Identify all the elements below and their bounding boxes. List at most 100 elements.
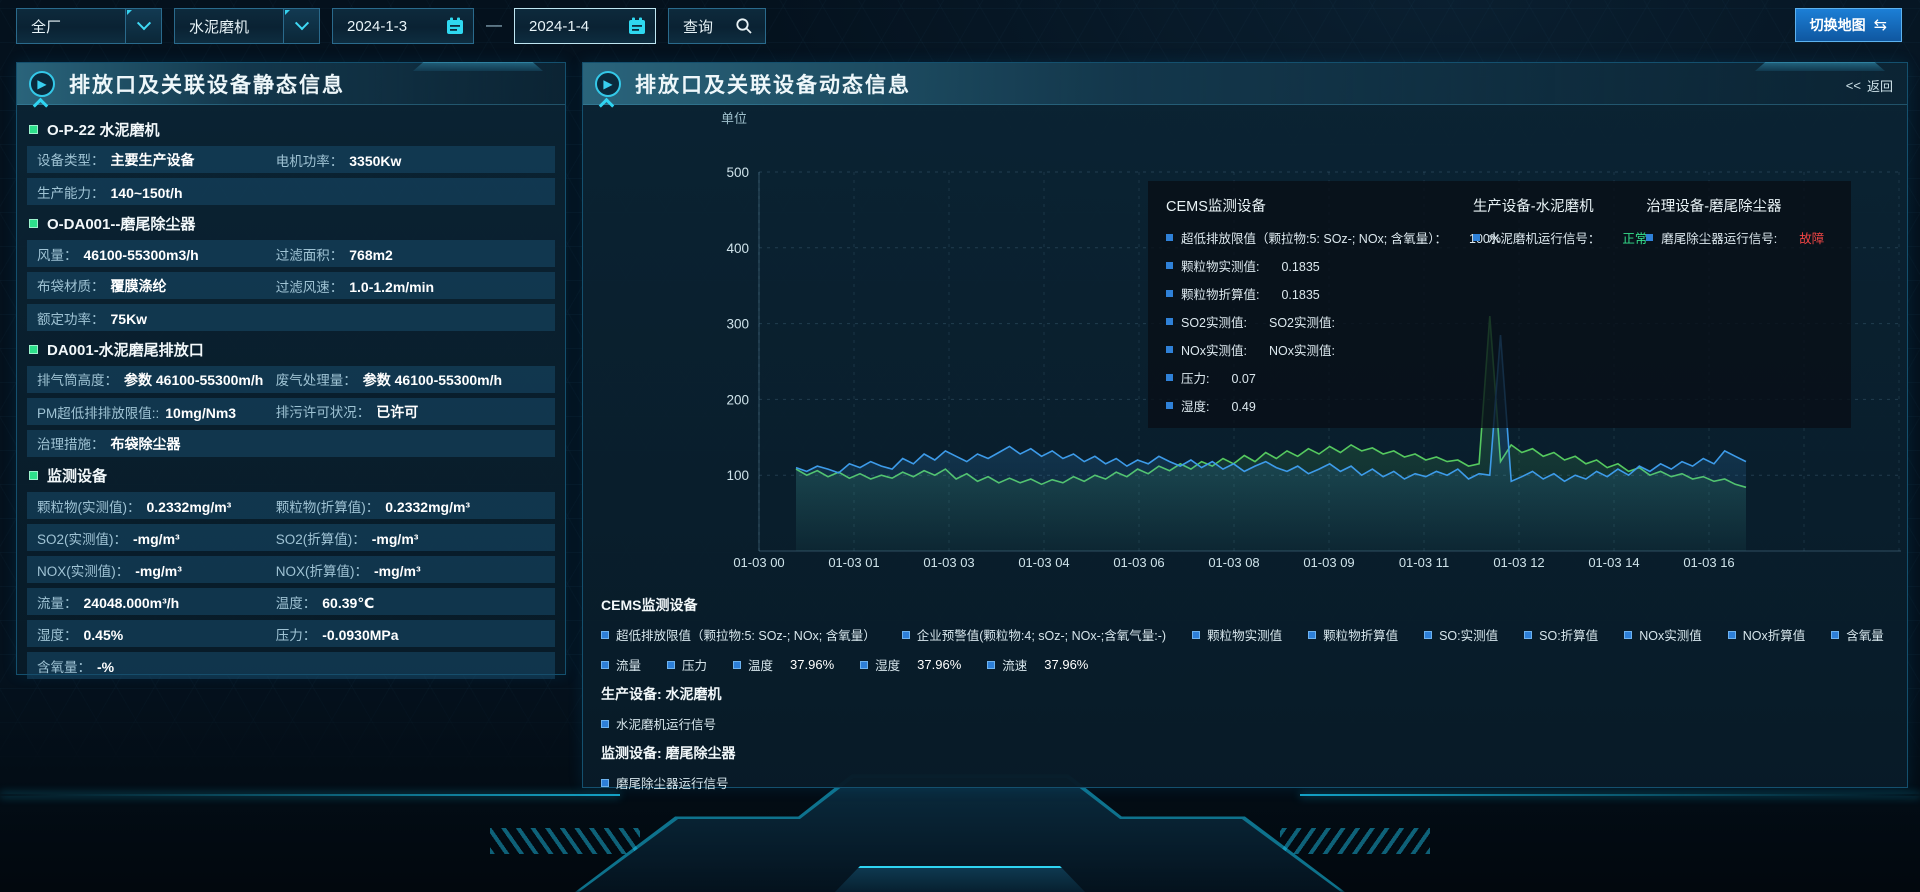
legend-item[interactable]: SO:实测值 — [1424, 625, 1498, 644]
legend-bullet-icon — [1831, 631, 1839, 639]
query-button[interactable]: 查询 — [668, 8, 766, 44]
back-button[interactable]: << 返回 — [1846, 76, 1893, 95]
hatch-decoration-right — [1280, 828, 1430, 854]
dynamic-panel-title: 排放口及关联设备动态信息 — [635, 69, 911, 99]
static-panel-title: 排放口及关联设备静态信息 — [69, 69, 345, 99]
chevron-down-icon[interactable] — [125, 9, 161, 43]
green-square-bullet — [29, 345, 38, 354]
legend-item-label: 超低排放限值（颗拉物:5: SOz-; NOx; 含氧量） — [616, 625, 876, 644]
info-value: -0.0930MPa — [322, 627, 398, 643]
chart-x-tick-label: 01-03 03 — [923, 555, 974, 570]
tooltip-column-title: 治理设备-磨尾除尘器 — [1646, 195, 1833, 216]
green-square-bullet — [29, 471, 38, 480]
center-notch — [835, 866, 1085, 892]
legend-item-label: 颗粒物实测值 — [1207, 625, 1282, 644]
switch-map-button[interactable]: 切换地图 ⇆ — [1795, 8, 1902, 42]
tooltip-item-label: 压力: — [1181, 368, 1209, 387]
tooltip-item: 颗粒物折算值: 0.1835 — [1166, 284, 1473, 303]
blue-square-bullet — [1166, 290, 1173, 297]
legend-item[interactable]: 超低排放限值（颗拉物:5: SOz-; NOx; 含氧量） — [601, 625, 876, 644]
tooltip-item: 颗粒物实测值: 0.1835 — [1166, 256, 1473, 275]
tooltip-item-value: SO2实测值: — [1269, 312, 1335, 331]
chart-y-tick-label: 300 — [726, 317, 749, 332]
tooltip-item: 磨尾除尘器运行信号:故障 — [1646, 228, 1833, 247]
info-row: 额定功率：75Kw — [27, 304, 555, 331]
legend-group-title: CEMS监测设备 — [601, 595, 1889, 615]
tooltip-item-label: 磨尾除尘器运行信号: — [1661, 228, 1777, 247]
legend-item[interactable]: NOx折算值 — [1728, 625, 1806, 644]
legend-item[interactable]: 流量 — [601, 655, 641, 674]
static-info-panel: ▶ 排放口及关联设备静态信息 O-P-22 水泥磨机设备类型：主要生产设备电机功… — [16, 62, 566, 675]
info-cell: 排污许可状况：已许可 — [276, 401, 545, 422]
legend-item-label: NOx折算值 — [1743, 625, 1806, 644]
tooltip-item-value: 0.1835 — [1281, 288, 1319, 302]
legend-item[interactable]: SO:折算值 — [1524, 625, 1598, 644]
legend-item-label: 磨尾除尘器运行信号 — [616, 773, 729, 792]
legend-bullet-icon — [601, 631, 609, 639]
legend-item[interactable]: 颗粒物实测值 — [1192, 625, 1282, 644]
tooltip-item-label: 颗粒物实测值: — [1181, 256, 1259, 275]
legend-item[interactable]: 压力 — [667, 655, 707, 674]
section-heading-label: O-P-22 水泥磨机 — [47, 119, 160, 140]
play-icon: ▶ — [595, 71, 621, 97]
legend-item[interactable]: 温度37.96% — [733, 655, 834, 674]
end-date-input[interactable]: 2024-1-4 — [514, 8, 656, 44]
info-cell: 布袋材质： 覆膜涤纶 — [37, 275, 276, 296]
info-value: -mg/m³ — [135, 563, 182, 579]
start-date-input[interactable]: 2024-1-3 — [332, 8, 474, 44]
legend-item-label: SO:折算值 — [1539, 625, 1598, 644]
info-label: 布袋材质： — [37, 275, 105, 295]
tooltip-item-label: 颗粒物折算值: — [1181, 284, 1259, 303]
hatch-decoration-left — [490, 828, 640, 854]
info-value: 24048.000m³/h — [84, 595, 180, 611]
info-label: 排污许可状况： — [276, 401, 371, 421]
date-range-separator: — — [486, 17, 502, 35]
legend-item[interactable]: NOx实测值 — [1624, 625, 1702, 644]
blue-square-bullet — [1166, 402, 1173, 409]
legend-item[interactable]: 含氧量 — [1831, 625, 1884, 644]
glow-line-left — [0, 794, 620, 796]
legend-item[interactable]: 湿度37.96% — [860, 655, 961, 674]
info-row: SO2(实测值)：-mg/m³SO2(折算值)：-mg/m³ — [27, 524, 555, 551]
chart-x-tick-label: 01-03 08 — [1208, 555, 1259, 570]
calendar-icon[interactable] — [619, 9, 655, 43]
calendar-icon[interactable] — [437, 9, 473, 43]
chart-x-tick-label: 01-03 06 — [1113, 555, 1164, 570]
tooltip-item-value: 0.1835 — [1281, 260, 1319, 274]
legend-item[interactable]: 颗粒物折算值 — [1308, 625, 1398, 644]
legend-item[interactable]: 水泥磨机运行信号 — [601, 714, 716, 733]
tooltip-item-label: 超低排放限值（颗拉物:5: SOz-; NOx; 含氧量）： — [1181, 228, 1447, 247]
legend-items-row: 磨尾除尘器运行信号 — [601, 773, 1889, 792]
legend-item[interactable]: 企业预警值(颗粒物:4; sOz-; NOx-;含氧气量:-) — [902, 625, 1166, 644]
legend-bullet-icon — [987, 661, 995, 669]
info-value: 主要生产设备 — [111, 150, 195, 170]
legend-item[interactable]: 磨尾除尘器运行信号 — [601, 773, 729, 792]
legend-item-label: 流量 — [616, 655, 641, 674]
info-value: 0.2332mg/m³ — [147, 499, 232, 515]
info-value: 覆膜涤纶 — [111, 276, 167, 296]
info-cell: 生产能力：140~150t/h — [37, 182, 276, 202]
tooltip-item: 压力:0.07 — [1166, 368, 1473, 387]
legend-item[interactable]: 流速37.96% — [987, 655, 1088, 674]
chart-y-tick-label: 500 — [726, 165, 749, 180]
info-cell: 过滤风速：1.0-1.2m/min — [276, 276, 545, 296]
plant-select[interactable]: 全厂 — [16, 8, 162, 44]
legend-item-value: 37.96% — [917, 657, 961, 672]
info-value: 1.0-1.2m/min — [349, 279, 434, 295]
chevron-down-icon[interactable] — [283, 9, 319, 43]
legend-bullet-icon — [1192, 631, 1200, 639]
info-cell: 设备类型：主要生产设备 — [37, 149, 276, 170]
legend-group-title: 生产设备: 水泥磨机 — [601, 684, 1889, 704]
info-cell: 温度：60.39℃ — [276, 592, 545, 612]
info-value: 768m2 — [349, 247, 393, 263]
play-icon: ▶ — [29, 71, 55, 97]
device-select[interactable]: 水泥磨机 — [174, 8, 320, 44]
info-cell: 过滤面积：768m2 — [276, 244, 545, 264]
topbar: 全厂 水泥磨机 2024-1-3 — 2024-1-4 — [16, 8, 766, 44]
info-cell: 颗粒物(折算值)：0.2332mg/m³ — [276, 496, 545, 516]
legend-bullet-icon — [601, 720, 609, 728]
emission-line-chart[interactable]: 单位10020030040050001-03 0001-03 0101-03 0… — [583, 105, 1907, 575]
info-cell: PM超低排排放限值::10mg/Nm3 — [37, 402, 276, 422]
info-row: 含氧量：-% — [27, 652, 555, 679]
info-cell: 湿度：0.45% — [37, 624, 276, 644]
